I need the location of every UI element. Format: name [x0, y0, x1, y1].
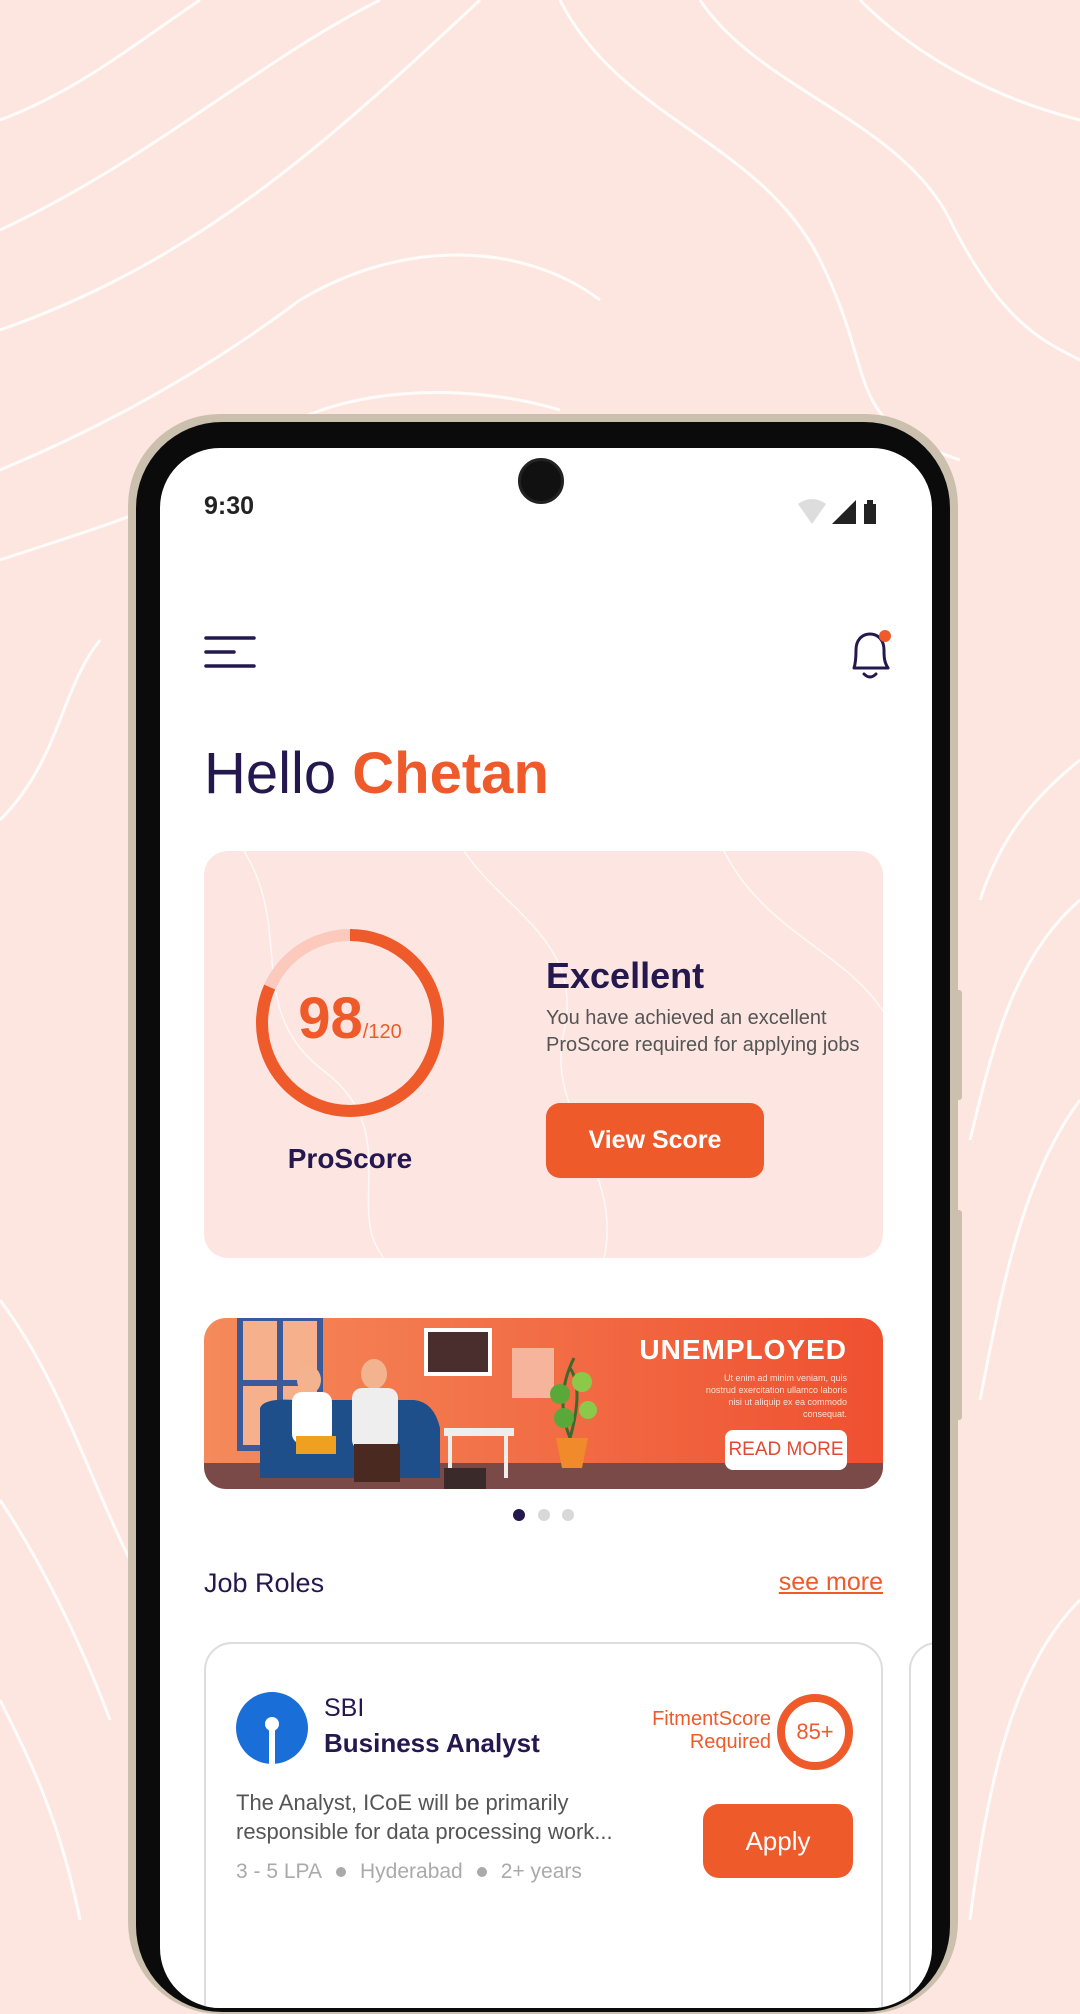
company-name: SBI	[324, 1694, 365, 1722]
status-time: 9:30	[204, 492, 255, 520]
promo-banner[interactable]: UNEMPLOYED Ut enim ad minim veniam, quis…	[204, 1318, 883, 1489]
battery-icon	[864, 504, 876, 524]
see-more-link[interactable]: see more	[779, 1568, 883, 1597]
front-camera	[518, 458, 564, 504]
wifi-icon	[798, 499, 826, 524]
proscore-label: ProScore	[287, 1143, 413, 1174]
job-meta: 3 - 5 LPA Hyderabad 2+ years	[236, 1860, 582, 1884]
job-location: Hyderabad	[360, 1860, 463, 1883]
greeting-hello: Hello	[204, 741, 337, 806]
view-score-button[interactable]: View Score	[546, 1103, 764, 1178]
job-title: Business Analyst	[324, 1728, 540, 1758]
phone-volume-button	[954, 1210, 962, 1420]
phone-side-button	[954, 990, 962, 1100]
score-number: 98	[298, 986, 363, 1051]
banner-body: Ut enim ad minim veniam, quis nostrud ex…	[705, 1373, 847, 1419]
apply-button[interactable]: Apply	[703, 1804, 853, 1878]
banner-title: UNEMPLOYED	[639, 1334, 847, 1365]
sbi-logo	[236, 1692, 308, 1764]
bell-icon[interactable]	[844, 628, 896, 684]
rating-title: Excellent	[546, 955, 705, 996]
read-more-button[interactable]: READ MORE	[725, 1430, 847, 1470]
score-max: /120	[362, 1021, 402, 1043]
proscore-card: 98/120 ProScore Excellent You have achie…	[204, 851, 883, 1258]
job-roles-title: Job Roles	[204, 1568, 325, 1598]
carousel-dot[interactable]	[562, 1509, 574, 1521]
greeting: Hello Chetan	[204, 740, 549, 807]
carousel-dot-active[interactable]	[513, 1509, 525, 1521]
carousel-dot[interactable]	[538, 1509, 550, 1521]
signal-icon	[832, 500, 856, 524]
rating-description: You have achieved an excellent ProScore …	[546, 1007, 860, 1056]
fitment-score-badge: 85+	[777, 1694, 853, 1770]
fitment-label-line2: Required	[689, 1731, 771, 1753]
job-experience: 2+ years	[500, 1860, 582, 1883]
fitment-label-line1: FitmentScore	[652, 1708, 771, 1730]
job-card-next[interactable]	[909, 1642, 932, 2008]
app-screen: 9:30 Hello Chetan 98/120 ProScore Excell…	[160, 448, 932, 2008]
status-icons	[798, 499, 876, 524]
fitment-label: FitmentScore Required	[652, 1708, 771, 1754]
proscore-value: 98/120	[260, 985, 440, 1052]
menu-icon[interactable]	[204, 634, 256, 670]
job-description: The Analyst, ICoE will be primarily resp…	[236, 1790, 613, 1844]
user-name: Chetan	[352, 741, 549, 806]
notification-badge	[879, 630, 891, 642]
job-salary: 3 - 5 LPA	[236, 1860, 322, 1883]
job-card[interactable]: SBI Business Analyst FitmentScore Require…	[204, 1642, 883, 2008]
